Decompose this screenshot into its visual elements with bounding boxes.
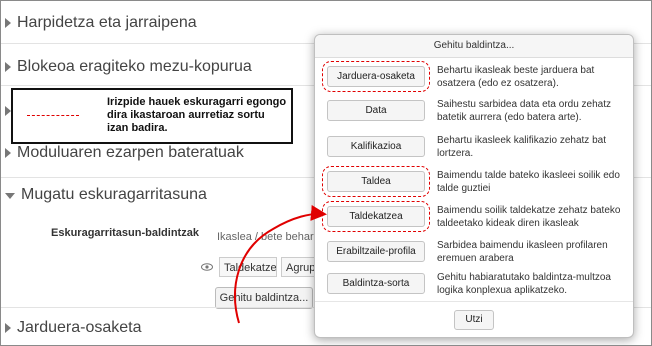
highlight-dashed-outline: [322, 166, 430, 197]
option-row-grade: Kalifikazioa Behartu ikasleek kalifikazi…: [315, 131, 633, 165]
collapsed-triangle-icon: [5, 18, 11, 28]
option-description: Sarbidea baimendu ikasleen profilaren er…: [437, 240, 608, 264]
restriction-set-button[interactable]: Baldintza-sorta: [327, 273, 425, 294]
expanded-triangle-icon: [5, 193, 15, 199]
add-restriction-dialog: Gehitu baldintza... Jarduera-osaketa Beh…: [314, 34, 634, 338]
screenshot-frame: Harpidetza eta jarraipena Blokeoa eragit…: [0, 0, 652, 346]
collapsed-triangle-icon: [5, 148, 11, 158]
option-row-restriction-set: Baldintza-sorta Gehitu habiaratutako bal…: [315, 268, 633, 302]
highlight-dashed-outline: [322, 201, 430, 232]
option-description: Behartu ikasleek kalifikazio zehatz bat …: [437, 135, 606, 159]
legend-callout: Irizpide hauek eskuragarri egongo dira i…: [11, 88, 293, 144]
dialog-title: Gehitu baldintza...: [315, 35, 633, 58]
option-row-date: Data Saihestu sarbidea data eta ordu zeh…: [315, 95, 633, 129]
option-description: Saihestu sarbidea data eta ordu zehatz b…: [437, 99, 612, 123]
option-row-user-profile: Erabiltzaile-profila Sarbidea baimendu i…: [315, 236, 633, 270]
eye-icon[interactable]: [201, 263, 213, 271]
option-row-activity-completion: Jarduera-osaketa Behartu ikasleak beste …: [315, 61, 633, 95]
section-title: Jarduera-osaketa: [17, 319, 142, 336]
section-title: Harpidetza eta jarraipena: [17, 14, 197, 31]
option-description: Baimendu talde bateko ikasleei soilik ed…: [437, 170, 620, 194]
collapsed-triangle-icon: [5, 106, 11, 116]
option-row-grouping: Taldekatzea Baimendu soilik taldekatze z…: [315, 201, 633, 235]
option-description: Behartu ikasleak beste jarduera bat osat…: [437, 65, 595, 89]
restriction-text: Ikaslea / bete behar d: [217, 231, 323, 243]
option-description: Baimendu soilik taldekatze zehatz bateko…: [437, 205, 621, 229]
section-arrow-hidden: [1, 99, 11, 123]
grade-button[interactable]: Kalifikazioa: [327, 136, 425, 157]
user-profile-button[interactable]: Erabiltzaile-profila: [327, 241, 425, 262]
add-restriction-button[interactable]: Gehitu baldintza...: [215, 287, 313, 309]
dialog-footer-divider: [315, 301, 633, 302]
collapsed-triangle-icon: [5, 323, 11, 333]
option-row-group: Taldea Baimendu talde bateko ikasleei so…: [315, 166, 633, 200]
cancel-button[interactable]: Utzi: [454, 310, 494, 330]
section-title: Blokeoa eragiteko mezu-kopurua: [17, 58, 252, 75]
option-description: Gehitu habiaratutako baldintza-multzoa l…: [437, 272, 611, 296]
legend-text: Irizpide hauek eskuragarri egongo dira i…: [107, 96, 287, 134]
restriction-label: Eskuragarritasun-baldintzak: [51, 227, 199, 239]
grouping-select[interactable]: Agrupa: [281, 257, 317, 277]
section-harpidetza[interactable]: Harpidetza eta jarraipena: [1, 11, 651, 35]
date-button[interactable]: Data: [327, 100, 425, 121]
section-title: Moduluaren ezarpen bateratuak: [17, 144, 244, 161]
dashed-line-sample: [27, 115, 79, 116]
condition-type-select[interactable]: Taldekatzea: [219, 257, 277, 277]
highlight-dashed-outline: [322, 61, 430, 92]
collapsed-triangle-icon: [5, 62, 11, 72]
section-title: Mugatu eskuragarritasuna: [21, 186, 207, 203]
